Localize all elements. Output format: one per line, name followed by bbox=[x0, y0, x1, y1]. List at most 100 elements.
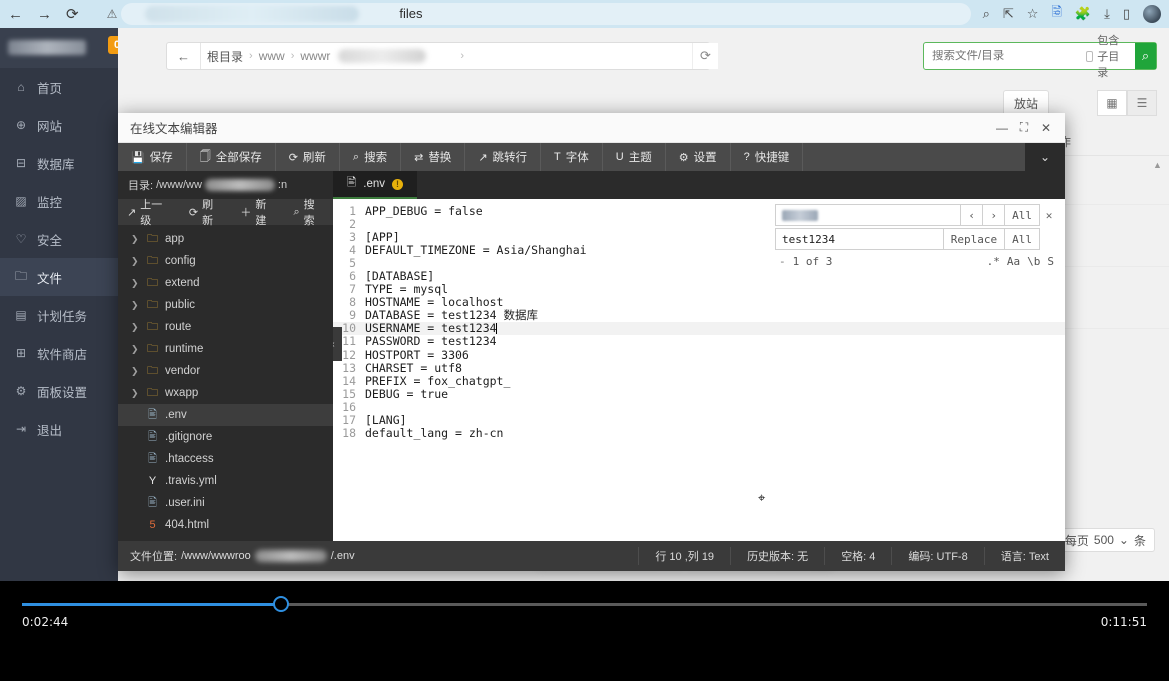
forward-icon[interactable]: → bbox=[37, 7, 52, 22]
file-list-scrollbar[interactable]: ▲ bbox=[1153, 160, 1162, 520]
file-list-refresh-icon[interactable]: ⟳ bbox=[692, 43, 718, 69]
breadcrumb-wwwroot[interactable]: wwwr bbox=[294, 49, 336, 63]
replace-button[interactable]: ⇄ 替换 bbox=[401, 143, 466, 171]
tab-env[interactable]: 🖹 .env ! bbox=[333, 171, 417, 199]
find-all-button[interactable]: All bbox=[1005, 204, 1040, 226]
tree-item-user-ini[interactable]: 🖹 .user.ini bbox=[118, 492, 333, 514]
replace-button[interactable]: Replace bbox=[943, 228, 1006, 250]
tree-item-runtime[interactable]: ❯ 🗀 runtime bbox=[118, 338, 333, 360]
file-tree-list[interactable]: ❯ 🗀 app ❯ 🗀 config ❯ 🗀 extend ❯ 🗀 public ❯ 🗀 route ❯ 🗀 ru… bbox=[118, 225, 333, 541]
sidebar-item-settings[interactable]: ⚙ 面板设置 bbox=[0, 372, 118, 410]
tree-item-config[interactable]: ❯ 🗀 config bbox=[118, 250, 333, 272]
find-prev-button[interactable]: ‹ bbox=[961, 204, 984, 226]
sidebar-item-database[interactable]: ⊟ 数据库 bbox=[0, 144, 118, 182]
search-input[interactable] bbox=[924, 50, 1086, 62]
progress-track[interactable] bbox=[22, 596, 1147, 612]
share-icon[interactable]: ⇱ bbox=[1003, 6, 1014, 22]
sidebar-item-files[interactable]: 🗀 文件 bbox=[0, 258, 118, 296]
sidebar-item-security[interactable]: ♡ 安全 bbox=[0, 220, 118, 258]
chevron-right-icon[interactable]: ❯ bbox=[131, 256, 140, 267]
tree-item-travis-yml[interactable]: Y .travis.yml bbox=[118, 470, 333, 492]
find-next-button[interactable]: › bbox=[983, 204, 1006, 226]
list-view-icon[interactable]: ☰ bbox=[1127, 90, 1157, 116]
close-icon[interactable]: ✕ bbox=[1035, 121, 1057, 135]
avatar[interactable] bbox=[1143, 5, 1161, 23]
minimize-icon[interactable]: — bbox=[991, 121, 1013, 135]
tree-item-extend[interactable]: ❯ 🗀 extend bbox=[118, 272, 333, 294]
chevron-right-icon[interactable]: ❯ bbox=[131, 344, 140, 355]
replace-all-button[interactable]: All bbox=[1005, 228, 1040, 250]
sidebar-item-appstore[interactable]: ⊞ 软件商店 bbox=[0, 334, 118, 372]
zoom-out-icon[interactable]: ⌕ bbox=[983, 6, 990, 22]
tree-item-env[interactable]: 🖹 .env bbox=[118, 404, 333, 426]
progress-knob[interactable] bbox=[272, 596, 289, 612]
font-button[interactable]: T 字体 bbox=[541, 143, 603, 171]
settings-button[interactable]: ⚙ 设置 bbox=[666, 143, 731, 171]
chevron-right-icon[interactable]: ❯ bbox=[131, 234, 140, 245]
flag-regex[interactable]: .* bbox=[987, 255, 1000, 268]
code-editor[interactable]: ‹ 1APP_DEBUG = false23[APP]4DEFAULT_TIME… bbox=[333, 199, 1065, 541]
save-all-button[interactable]: 🗍 全部保存 bbox=[187, 143, 276, 171]
code-line[interactable]: 13 CHARSET = utf8 bbox=[333, 361, 1065, 375]
find-toggle-button[interactable]: - bbox=[775, 255, 793, 268]
maximize-icon[interactable]: ⛶ bbox=[1013, 120, 1035, 135]
code-line[interactable]: 12 HOSTPORT = 3306 bbox=[333, 348, 1065, 362]
tree-item-public[interactable]: ❯ 🗀 public bbox=[118, 294, 333, 316]
code-line[interactable]: 18 default_lang = zh-cn bbox=[333, 426, 1065, 440]
code-line[interactable]: 11 PASSWORD = test1234 bbox=[333, 335, 1065, 348]
star-icon[interactable]: ☆ bbox=[1027, 6, 1039, 22]
refresh-button[interactable]: ⟳ 刷新 bbox=[276, 143, 340, 171]
sidebar-item-home[interactable]: ⌂ 首页 bbox=[0, 68, 118, 106]
tree-item-route[interactable]: ❯ 🗀 route bbox=[118, 316, 333, 338]
goto-line-button[interactable]: ↗ 跳转行 bbox=[465, 143, 542, 171]
breadcrumb-www[interactable]: www bbox=[253, 49, 291, 63]
code-line[interactable]: 14 PREFIX = fox_chatgpt_ bbox=[333, 374, 1065, 388]
tree-refresh-button[interactable]: ⟳ 刷新 bbox=[180, 196, 231, 228]
up-level-button[interactable]: ↗ 上一级 bbox=[118, 196, 180, 228]
chevron-right-icon[interactable]: ❯ bbox=[131, 322, 140, 333]
sidebar-item-monitor[interactable]: ▨ 监控 bbox=[0, 182, 118, 220]
theme-button[interactable]: U 主题 bbox=[603, 143, 666, 171]
tree-item-htaccess[interactable]: 🖹 .htaccess bbox=[118, 448, 333, 470]
reload-icon[interactable]: ⟳ bbox=[66, 7, 79, 22]
flag-in-selection[interactable]: S bbox=[1047, 255, 1054, 268]
sidebar-item-website[interactable]: ⊕ 网站 bbox=[0, 106, 118, 144]
shortcuts-button[interactable]: ? 快捷键 bbox=[731, 143, 804, 171]
flag-case-sensitive[interactable]: Aa bbox=[1007, 255, 1020, 268]
back-icon[interactable]: ← bbox=[8, 7, 23, 22]
chevron-right-icon[interactable]: ❯ bbox=[131, 300, 140, 311]
scroll-up-icon[interactable]: ▲ bbox=[1153, 160, 1162, 170]
tree-item-gitignore[interactable]: 🖹 .gitignore bbox=[118, 426, 333, 448]
close-icon[interactable]: ✕ bbox=[1040, 204, 1058, 226]
search-icon[interactable]: ⌕ bbox=[1135, 43, 1156, 69]
tree-item-app[interactable]: ❯ 🗀 app bbox=[118, 228, 333, 250]
address-bar[interactable]: files bbox=[121, 3, 971, 25]
download-icon[interactable]: ⤓ bbox=[1104, 6, 1110, 22]
chevron-down-icon[interactable]: ⌄ bbox=[1025, 143, 1065, 171]
tree-item-404-html[interactable]: 5 404.html bbox=[118, 514, 333, 536]
chevron-right-icon[interactable]: ❯ bbox=[131, 366, 140, 377]
breadcrumb-back-icon[interactable]: ← bbox=[167, 43, 201, 69]
include-subdirs-checkbox[interactable]: 包含子目录 bbox=[1086, 32, 1135, 80]
code-line[interactable]: 17 [LANG] bbox=[333, 413, 1065, 427]
chevron-right-icon[interactable]: ❯ bbox=[131, 278, 140, 289]
save-button[interactable]: 💾 保存 bbox=[118, 143, 187, 171]
tree-item-wxapp[interactable]: ❯ 🗀 wxapp bbox=[118, 382, 333, 404]
replace-input[interactable]: test1234 bbox=[775, 228, 944, 250]
search-button[interactable]: ⌕ 搜索 bbox=[340, 143, 402, 171]
status-indent[interactable]: 空格: 4 bbox=[824, 547, 891, 565]
find-input[interactable] bbox=[775, 204, 962, 226]
sidebar-item-logout[interactable]: ⇥ 退出 bbox=[0, 410, 118, 448]
side-panel-icon[interactable]: ▯ bbox=[1123, 6, 1130, 22]
tree-item-vendor[interactable]: ❯ 🗀 vendor bbox=[118, 360, 333, 382]
status-language[interactable]: 语言: Text bbox=[983, 547, 1065, 565]
code-line[interactable]: 16 bbox=[333, 400, 1065, 414]
status-encoding[interactable]: 编码: UTF-8 bbox=[891, 547, 983, 565]
tree-new-button[interactable]: ＋ 新建 bbox=[231, 196, 284, 228]
translate-icon[interactable]: 🗟 bbox=[1051, 3, 1061, 25]
flag-whole-word[interactable]: \b bbox=[1027, 255, 1040, 268]
sidebar-item-cron[interactable]: ▤ 计划任务 bbox=[0, 296, 118, 334]
tree-search-button[interactable]: ⌕ 搜索 bbox=[284, 196, 333, 228]
collapse-panel-icon[interactable]: ‹ bbox=[333, 327, 342, 361]
breadcrumb-root[interactable]: 根目录 bbox=[201, 48, 249, 65]
